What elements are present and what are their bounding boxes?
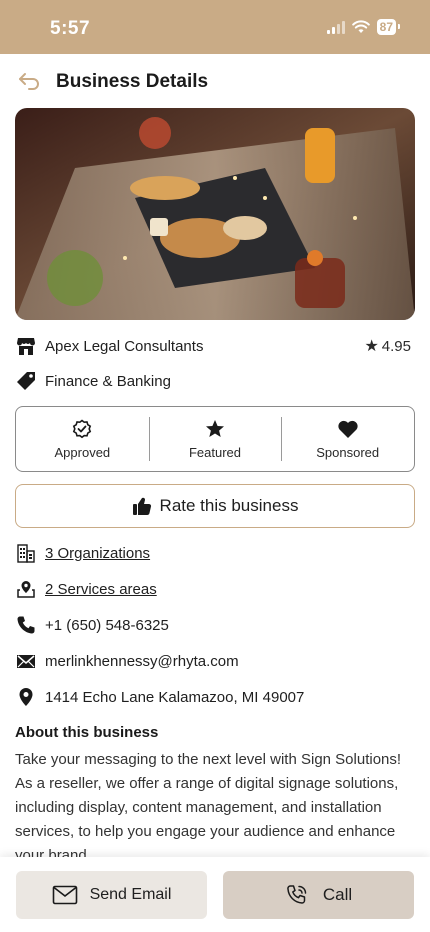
business-rating: ★ 4.95 [364, 336, 411, 356]
about-text: Take your messaging to the next level wi… [15, 751, 402, 860]
send-email-label: Send Email [89, 886, 172, 903]
service-areas-link[interactable]: 2 Services areas [45, 581, 157, 598]
map-pin-area-icon [15, 578, 37, 600]
organizations-link[interactable]: 3 Organizations [45, 545, 150, 562]
rate-button-label: Rate this business [159, 496, 299, 515]
call-button[interactable]: Call [223, 871, 414, 919]
send-email-button[interactable]: Send Email [16, 871, 207, 919]
address-row[interactable]: 1414 Echo Lane Kalamazoo, MI 49007 [15, 684, 415, 710]
phone-number[interactable]: +1 (650) 548-6325 [45, 617, 169, 634]
organizations-row[interactable]: 3 Organizations [15, 540, 415, 566]
signal-icon [326, 20, 345, 34]
business-name-row: Apex Legal Consultants ★ 4.95 [15, 333, 415, 359]
store-icon [15, 335, 37, 357]
address[interactable]: 1414 Echo Lane Kalamazoo, MI 49007 [45, 689, 304, 706]
bottom-action-bar: Send Email Call [0, 857, 430, 932]
mail-outline-icon [52, 885, 77, 905]
check-badge-icon [73, 418, 92, 438]
badge-label: Sponsored [316, 444, 380, 460]
phone-call-icon [287, 885, 307, 904]
back-arrow-icon[interactable] [16, 70, 42, 92]
building-icon [15, 542, 37, 564]
badge-label: Approved [54, 444, 111, 460]
phone-icon [15, 614, 37, 636]
service-areas-row[interactable]: 2 Services areas [15, 576, 415, 602]
badge-approved: Approved [16, 407, 149, 471]
status-bar: 5:57 87 [0, 0, 430, 54]
rating-value: 4.95 [381, 337, 411, 355]
business-category: Finance & Banking [45, 372, 171, 390]
tag-icon [15, 370, 37, 392]
status-icons: 87 [326, 19, 401, 35]
badge-featured: Featured [148, 407, 282, 471]
heart-icon [338, 420, 358, 438]
status-badges: Approved Featured Sponsored [15, 406, 415, 472]
badge-label: Featured [188, 444, 242, 460]
badge-sponsored: Sponsored [281, 407, 414, 471]
thumbs-up-icon [132, 497, 151, 516]
star-icon [206, 419, 224, 437]
location-pin-icon [15, 686, 37, 708]
status-time: 5:57 [50, 18, 91, 39]
about-title: About this business [15, 724, 159, 741]
call-label: Call [322, 885, 353, 904]
battery-icon: 87 [376, 19, 401, 35]
business-category-row: Finance & Banking [15, 368, 415, 394]
star-icon: ★ [364, 338, 379, 355]
business-name: Apex Legal Consultants [45, 337, 204, 355]
email-address[interactable]: merlinkhennessy@rhyta.com [45, 653, 239, 670]
phone-row[interactable]: +1 (650) 548-6325 [15, 612, 415, 638]
business-hero-image [15, 108, 415, 320]
mail-icon [15, 650, 37, 672]
rate-business-button[interactable]: Rate this business [15, 484, 415, 528]
page-title: Business Details [56, 71, 209, 92]
wifi-icon [351, 20, 370, 33]
header: Business Details [0, 54, 430, 108]
email-row[interactable]: merlinkhennessy@rhyta.com [15, 648, 415, 674]
